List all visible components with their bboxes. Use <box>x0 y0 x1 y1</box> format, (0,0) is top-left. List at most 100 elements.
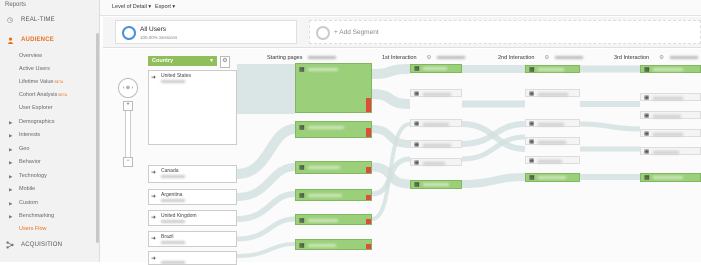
nav-item-custom[interactable]: Custom <box>19 199 38 208</box>
zoom-in-button[interactable]: + <box>123 101 133 111</box>
page-node[interactable]: ▦ <box>295 161 372 174</box>
column-title: 1st Interaction <box>382 55 417 61</box>
page-node[interactable]: ▦ <box>525 89 580 97</box>
page-node[interactable]: ▦ <box>525 156 580 164</box>
nav-acquisition[interactable]: ACQUISITION <box>0 238 100 252</box>
page-node[interactable]: ▦ <box>525 173 580 182</box>
page-icon: ▦ <box>644 67 650 73</box>
blurred-value <box>538 93 568 96</box>
zoom-slider[interactable] <box>125 102 131 162</box>
segment-subtitle: 100.00% Sessions <box>140 35 178 40</box>
page-icon: ▦ <box>529 67 535 73</box>
sidebar-scrollbar[interactable] <box>96 33 99 243</box>
nav-item-demographics[interactable]: Demographics <box>19 118 54 127</box>
nav-item-benchmarking[interactable]: Benchmarking <box>19 212 54 221</box>
page-node[interactable]: ▦ <box>410 180 462 189</box>
flow-link <box>236 216 296 242</box>
export-dropdown[interactable]: Export ▾ <box>155 4 175 10</box>
country-node-brazil[interactable]: ➜ Brazil <box>148 231 237 247</box>
blurred-value <box>161 80 185 83</box>
nav-item-behavior[interactable]: Behavior <box>19 158 41 167</box>
beta-badge: BETA <box>58 93 68 97</box>
page-icon: ▦ <box>414 142 420 148</box>
add-segment-label: + Add Segment <box>334 29 379 36</box>
page-icon: ▦ <box>299 67 305 73</box>
segment-all-users[interactable]: All Users 100.00% Sessions <box>115 20 297 44</box>
page-node[interactable]: ▦ <box>525 65 580 73</box>
nav-item-overview[interactable]: Overview <box>19 52 42 61</box>
segment-ring-icon <box>122 26 136 40</box>
arrow-right-icon: ➜ <box>151 236 157 242</box>
acquisition-icon <box>3 241 17 249</box>
page-node[interactable]: ▦ <box>295 239 372 250</box>
page-node[interactable]: ▦ <box>295 189 372 201</box>
page-node[interactable]: ▦ <box>410 158 462 166</box>
country-node-united-kingdom[interactable]: ➜ United Kingdom <box>148 210 237 226</box>
gear-icon[interactable]: ⚙ <box>544 55 549 61</box>
page-node[interactable]: ▦ <box>410 89 462 97</box>
country-node-canada[interactable]: ➜ Canada <box>148 165 237 183</box>
page-node[interactable]: ▦ <box>640 147 701 155</box>
level-of-detail-dropdown[interactable]: Level of Detail ▾ <box>112 4 151 10</box>
flow-canvas[interactable]: ‹ ⊕ › + − Country ▼ ⚙ ➜ United States ➜ C… <box>100 49 701 265</box>
nav-item-active-users[interactable]: Active Users <box>19 65 50 74</box>
nav-item-user-explorer[interactable]: User Explorer <box>19 104 53 113</box>
nav-item-mobile[interactable]: Mobile <box>19 185 35 194</box>
page-icon: ▦ <box>414 121 420 127</box>
blurred-value <box>653 68 683 71</box>
gear-icon[interactable]: ⚙ <box>427 55 432 61</box>
country-name: Argentina <box>161 192 183 198</box>
pan-control[interactable]: ‹ ⊕ › <box>118 78 138 98</box>
add-segment-button[interactable]: + Add Segment <box>309 20 701 44</box>
page-node[interactable]: ▦ <box>410 119 462 127</box>
nav-item-cohort-analysis[interactable]: Cohort AnalysisBETA <box>19 91 67 100</box>
nav-audience[interactable]: AUDIENCE <box>0 33 100 47</box>
page-node[interactable]: ▦ <box>640 65 701 73</box>
blurred-value <box>423 183 449 186</box>
dropoff-bar <box>366 244 371 249</box>
caret-right-icon: ▶ <box>9 201 13 206</box>
blurred-value <box>653 133 683 136</box>
main-content: Level of Detail ▾ Export ▾ All Users 100… <box>100 0 701 265</box>
flow-link <box>371 89 411 109</box>
reports-label: Reports <box>5 2 27 8</box>
page-node[interactable]: ▦ <box>410 64 462 73</box>
page-icon: ▦ <box>414 182 420 188</box>
country-node-other[interactable]: ➜ <box>148 251 237 265</box>
nav-item-geo[interactable]: Geo <box>19 145 29 154</box>
nav-item-technology[interactable]: Technology <box>19 172 47 181</box>
blurred-value <box>423 93 451 96</box>
blurred-value <box>308 194 342 197</box>
blurred-value <box>308 219 338 222</box>
nav-realtime[interactable]: ◷ REAL-TIME <box>0 13 100 27</box>
blurred-value <box>308 68 338 71</box>
dimension-select[interactable]: Country ▼ <box>148 56 217 66</box>
page-node[interactable]: ▦ <box>410 140 462 148</box>
gear-icon[interactable]: ⚙ <box>659 55 664 61</box>
blurred-value <box>308 126 344 129</box>
nav-item-users-flow[interactable]: Users Flow <box>19 225 47 234</box>
page-node[interactable]: ▦ <box>525 119 580 127</box>
country-node-argentina[interactable]: ➜ Argentina <box>148 189 237 205</box>
zoom-out-button[interactable]: − <box>123 157 133 167</box>
nav-item-lifetime-value[interactable]: Lifetime ValueBETA <box>19 78 63 87</box>
blurred-value <box>653 97 683 100</box>
page-node[interactable]: ▦ <box>295 63 372 113</box>
page-node[interactable]: ▦ <box>640 111 701 119</box>
blurred-value <box>308 244 336 247</box>
page-node[interactable]: ▦ <box>640 93 701 101</box>
nav-item-label: Lifetime Value <box>19 79 54 85</box>
gear-icon[interactable]: ⚙ <box>220 56 230 68</box>
page-node[interactable]: ▦ <box>295 121 372 138</box>
page-node[interactable]: ▦ <box>295 214 372 225</box>
nav-item-interests[interactable]: Interests <box>19 131 40 140</box>
page-node[interactable]: ▦ <box>640 173 701 182</box>
blurred-value <box>538 68 564 71</box>
blurred-value <box>670 56 699 60</box>
caret-right-icon: ▶ <box>9 187 13 192</box>
arrow-right-icon: ➜ <box>151 194 157 200</box>
country-node-united-states[interactable]: ➜ United States <box>148 70 237 145</box>
page-node[interactable]: ▦ <box>640 129 701 137</box>
page-node[interactable]: ▦ <box>525 137 580 145</box>
page-icon: ▦ <box>529 121 535 127</box>
